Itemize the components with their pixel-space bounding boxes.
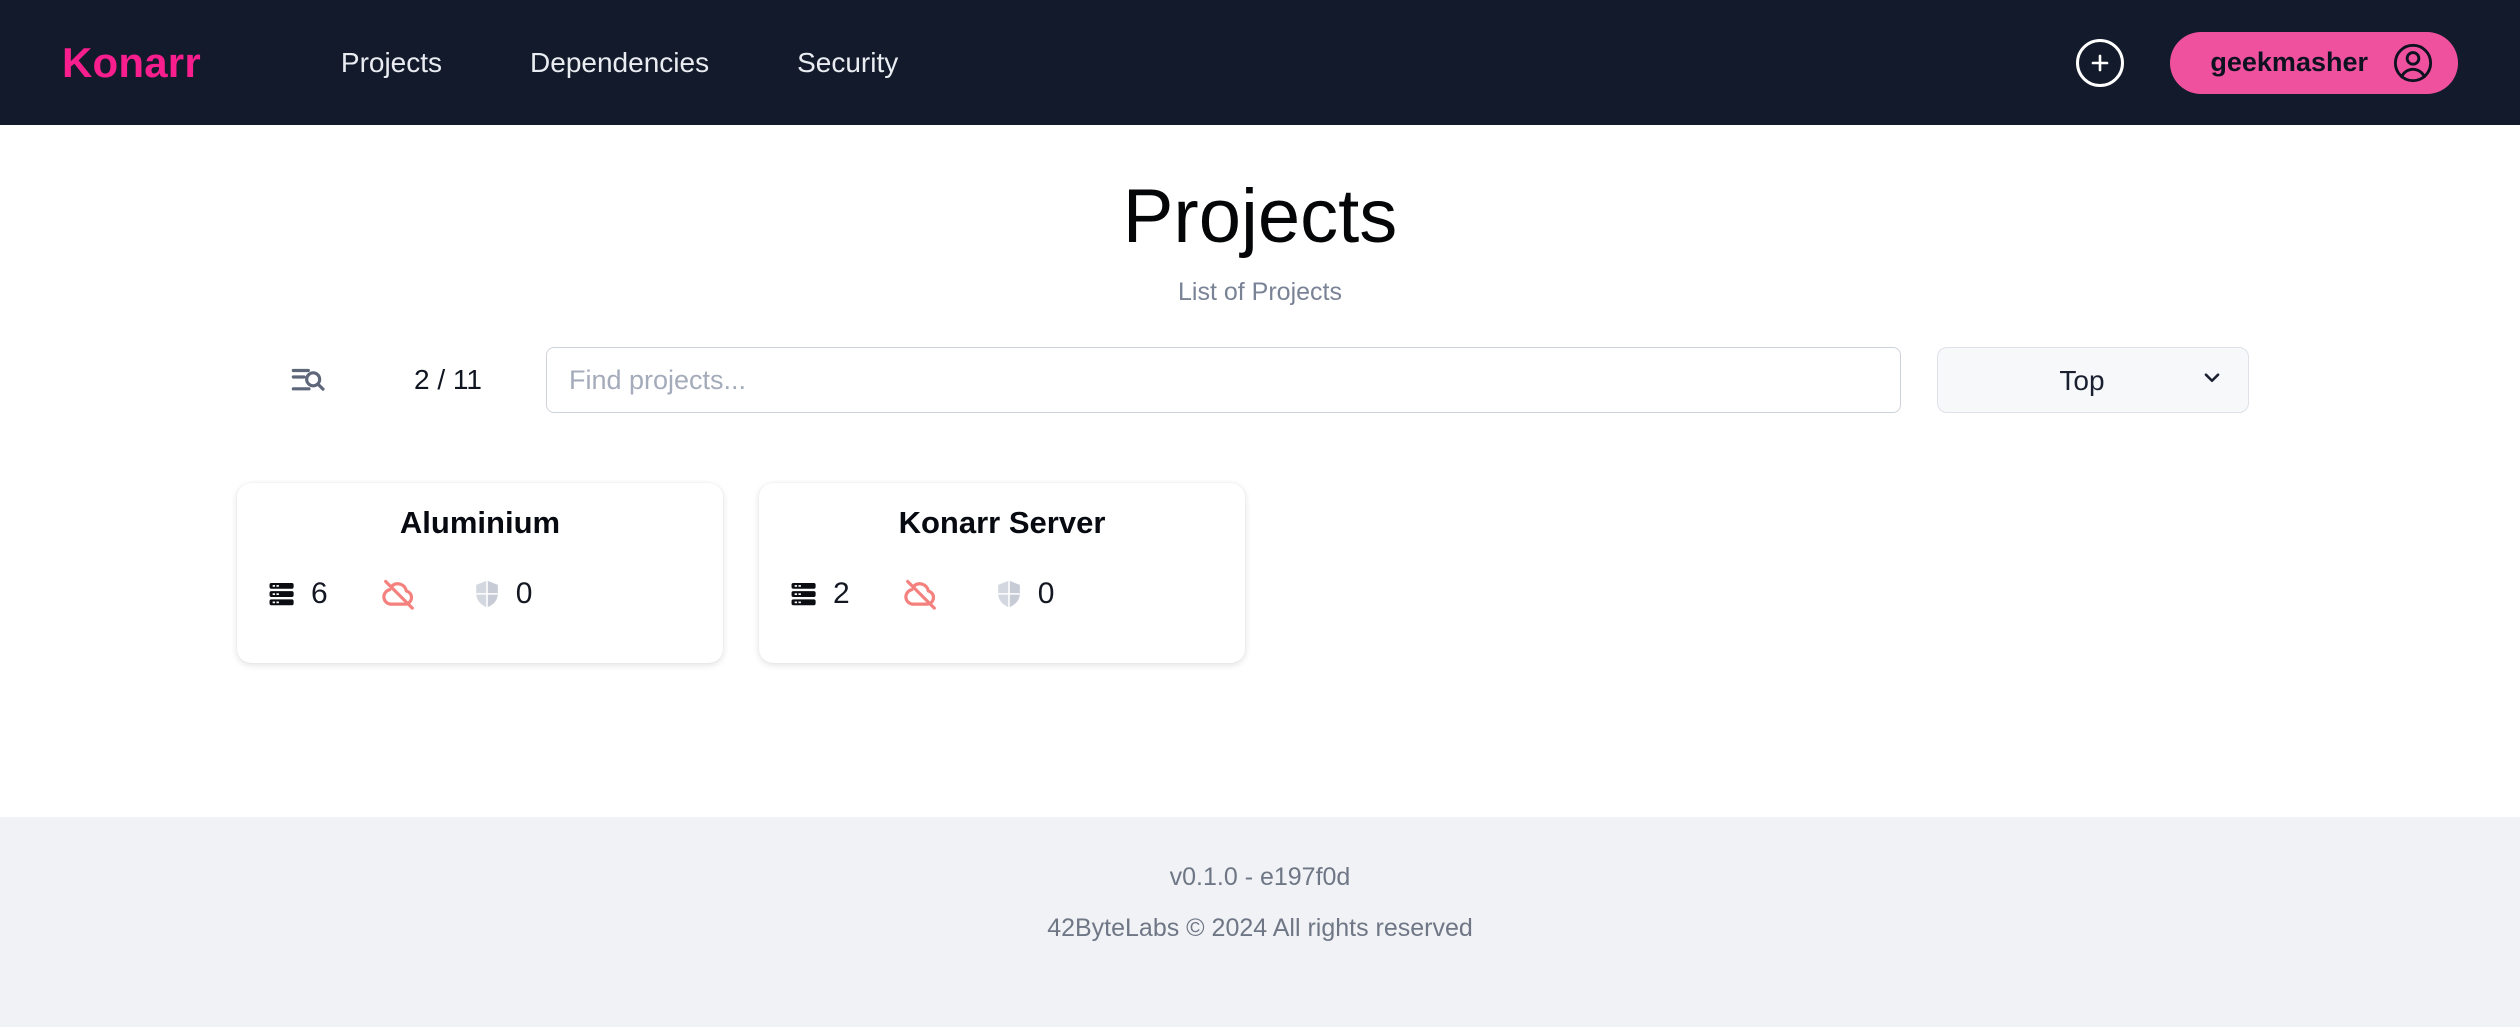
nav-link-security[interactable]: Security <box>753 47 942 79</box>
nav-link-dependencies[interactable]: Dependencies <box>486 47 753 79</box>
shield-icon <box>470 577 504 611</box>
list-search-icon[interactable] <box>288 360 328 400</box>
nav-link-projects[interactable]: Projects <box>297 47 486 79</box>
sort-select[interactable]: Top <box>1937 347 2249 413</box>
server-stack-icon <box>265 577 299 611</box>
project-alerts-stat: 0 <box>470 577 533 611</box>
user-name-label: geekmasher <box>2210 47 2368 78</box>
project-alerts-stat: 0 <box>992 577 1055 611</box>
project-card[interactable]: Aluminium <box>237 483 723 663</box>
shield-icon <box>992 577 1026 611</box>
project-card-title: Konarr Server <box>759 505 1245 541</box>
server-stack-icon <box>787 577 821 611</box>
cloud-off-icon <box>380 575 418 613</box>
search-field-wrapper <box>546 347 1901 413</box>
sort-select-wrapper: Top <box>1937 347 2249 413</box>
user-circle-icon <box>2390 40 2436 86</box>
project-alerts-value: 0 <box>516 577 533 611</box>
project-servers-value: 2 <box>833 577 850 611</box>
project-card-stats: 2 <box>759 575 1245 613</box>
footer-version: v0.1.0 - e197f0d <box>1170 863 1351 892</box>
project-alerts-value: 0 <box>1038 577 1055 611</box>
project-card-title: Aluminium <box>237 505 723 541</box>
project-card[interactable]: Konarr Server <box>759 483 1245 663</box>
cloud-off-icon <box>902 575 940 613</box>
plus-circle-icon[interactable] <box>2076 39 2124 87</box>
top-navbar: Konarr Projects Dependencies Security ge… <box>0 0 2520 125</box>
brand-logo[interactable]: Konarr <box>62 39 201 87</box>
project-status-stat <box>902 575 940 613</box>
project-servers-value: 6 <box>311 577 328 611</box>
user-menu-button[interactable]: geekmasher <box>2170 32 2458 94</box>
page-subtitle: List of Projects <box>0 278 2520 307</box>
page-title: Projects <box>0 173 2520 260</box>
project-servers-stat: 2 <box>787 577 850 611</box>
project-servers-stat: 6 <box>265 577 328 611</box>
primary-nav: Projects Dependencies Security <box>297 47 942 79</box>
projects-toolbar: 2 / 11 Top <box>0 347 2520 413</box>
navbar-actions: geekmasher <box>2076 32 2458 94</box>
results-count: 2 / 11 <box>414 364 482 396</box>
app-root: Konarr Projects Dependencies Security ge… <box>0 0 2520 1027</box>
projects-grid: Aluminium <box>0 483 2520 663</box>
main-content: Projects List of Projects 2 / 11 Top <box>0 125 2520 817</box>
project-card-stats: 6 <box>237 575 723 613</box>
footer-copyright: 42ByteLabs © 2024 All rights reserved <box>1047 914 1473 943</box>
search-input[interactable] <box>546 347 1901 413</box>
page-footer: v0.1.0 - e197f0d 42ByteLabs © 2024 All r… <box>0 817 2520 1027</box>
project-status-stat <box>380 575 418 613</box>
